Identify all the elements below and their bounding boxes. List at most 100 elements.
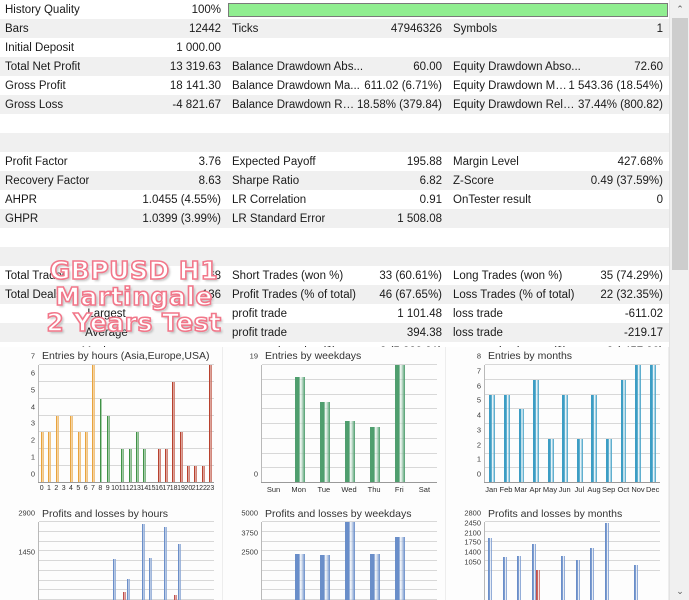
chart-plot-area: 0 1 2 3 4 5 6 7 xyxy=(31,352,214,483)
report-cell: Z-Score 0.49 (37.59%) xyxy=(448,175,669,187)
chart-bar xyxy=(41,432,45,483)
report-cell: loss trade -611.02 xyxy=(448,308,669,320)
x-axis-tick-label: Jun xyxy=(558,485,571,494)
report-cell: Loss Trades (% of total) 22 (32.35%) xyxy=(448,289,669,301)
report-cell-label: Symbols xyxy=(453,22,498,35)
chart-bar xyxy=(536,569,541,600)
report-cell: Sharpe Ratio 6.82 xyxy=(227,175,448,187)
y-axis-tick-label: 1050 xyxy=(464,557,481,567)
chart-bars xyxy=(485,522,660,600)
report-row: AHPR 1.0455 (4.55%) LR Correlation 0.91 OnTe… xyxy=(0,190,669,209)
chart-bar xyxy=(591,394,598,483)
report-cell-value: 1.0455 (4.55%) xyxy=(142,193,221,206)
chart-bars xyxy=(485,365,660,483)
report-cell-label: Bars xyxy=(5,22,29,35)
report-cell-label: LR Correlation xyxy=(232,193,307,206)
y-axis-tick-label: 6 xyxy=(476,381,481,390)
chart-bar xyxy=(208,365,212,483)
report-cell-label: Equity Drawdown Maxi... xyxy=(453,79,569,92)
report-cell-value: 1 543.36 (18.54%) xyxy=(568,79,663,92)
scroll-up-icon[interactable]: ⌃ xyxy=(670,0,689,18)
report-cell-value: 1.0399 (3.99%) xyxy=(142,212,221,225)
report-cell-label: Total Deals xyxy=(5,288,62,301)
report-cell-label: OnTester result xyxy=(453,193,531,206)
chart-bar xyxy=(649,365,656,483)
report-row: Bars 12442 Ticks 47946326 Symbols 1 xyxy=(0,19,669,38)
x-axis-line xyxy=(484,482,660,483)
report-cell-label: Equity Drawdown Abso... xyxy=(453,60,581,73)
chart-bar xyxy=(127,578,131,600)
chart-bar xyxy=(112,558,116,600)
y-axis-tick-label: 2900 xyxy=(18,508,35,518)
chart-bar xyxy=(163,527,167,600)
chart-bar xyxy=(635,365,642,483)
chart-entries-by-months: Entries by months 0 1 2 3 4 5 6 7 8 Jan Feb Mar Apr Ma… xyxy=(446,347,669,505)
x-axis-tick-label: 9 xyxy=(105,485,110,492)
report-cell-value: 0.91 xyxy=(419,193,442,206)
report-cell-label: AHPR xyxy=(5,193,37,206)
chart-bar xyxy=(488,538,493,600)
x-axis-line xyxy=(261,482,437,483)
chart-bar xyxy=(157,449,161,483)
x-axis-tick-label: 0 xyxy=(39,485,44,492)
chart-bar xyxy=(369,553,380,600)
report-cell-label: Z-Score xyxy=(453,174,494,187)
report-cell: Recovery Factor 8.63 xyxy=(0,175,227,187)
scrollbar-thumb[interactable] xyxy=(672,18,688,270)
y-axis-tick-label: 3 xyxy=(476,425,481,435)
report-cell-label: Largest xyxy=(87,307,126,320)
report-cell-value: 33 (60.61%) xyxy=(379,269,442,282)
chart-bar xyxy=(319,555,330,600)
report-cell-value: 22 (32.35%) xyxy=(600,288,663,301)
report-row xyxy=(0,114,669,133)
report-cell-label: Loss Trades (% of total) xyxy=(453,288,575,301)
report-cell-label: Gross Profit xyxy=(5,79,66,92)
vertical-scrollbar[interactable]: ⌃ ⌄ xyxy=(669,0,689,600)
report-cell-value: 100% xyxy=(191,3,221,16)
report-row: Total Deals 136 Profit Trades (% of total)… xyxy=(0,285,669,304)
chart-bar xyxy=(165,449,169,483)
chart-bar xyxy=(70,415,74,483)
scrollbar-track[interactable] xyxy=(672,270,688,582)
y-axis-tick-label: 7 xyxy=(476,366,481,376)
chart-bar xyxy=(575,559,580,600)
y-axis-tick-label: 0 xyxy=(253,469,258,479)
chart-bar xyxy=(179,432,183,483)
chart-bar xyxy=(121,449,125,483)
report-row: History Quality 100% xyxy=(0,0,669,19)
report-cell-value: -611.02 xyxy=(624,307,663,320)
report-cell: Profit Trades (% of total) 46 (67.65%) xyxy=(227,289,448,301)
report-cell-value: 46 (67.65%) xyxy=(379,288,442,301)
chart-bar xyxy=(604,523,609,600)
x-axis-tick-label: 5 xyxy=(76,485,81,492)
report-row: Largest profit trade 1 101.48 loss trade -61… xyxy=(0,304,669,323)
chart-entries-by-hours: Entries by hours (Asia,Europe,USA) 0 1 2 3 4 5… xyxy=(0,347,223,505)
x-axis-labels: Jan Feb Mar Apr May Jun Jul Aug Sep Oct Nov Dec xyxy=(484,485,660,497)
report-cell: Long Trades (won %) 35 (74.29%) xyxy=(448,270,669,282)
x-axis-tick-label: Apr xyxy=(529,485,542,494)
chart-profits-losses-by-weekdays: Profits and losses by weekdays 2500 3750 50… xyxy=(223,505,446,600)
chart-plot-area: 2500 3750 5000 xyxy=(241,509,437,600)
chart-bar xyxy=(172,381,176,483)
chart-bar xyxy=(394,536,405,600)
scroll-down-icon[interactable]: ⌄ xyxy=(670,582,689,600)
report-cell: Profit Factor 3.76 xyxy=(0,156,227,168)
chart-title: Entries by months xyxy=(488,350,573,362)
report-cell-label: Total Net Profit xyxy=(5,60,81,73)
chart-title: Entries by hours (Asia,Europe,USA) xyxy=(42,350,210,362)
y-axis-tick-label: 1 xyxy=(476,454,481,464)
report-row: Recovery Factor 8.63 Sharpe Ratio 6.82 Z-Sco… xyxy=(0,171,669,190)
x-axis-tick-label: Jul xyxy=(574,485,585,494)
x-axis-tick-label: Wed xyxy=(341,485,357,494)
chart-bar xyxy=(77,432,81,483)
y-axis-tick-label: 6 xyxy=(30,368,35,378)
report-cell-value: 35 (74.29%) xyxy=(600,269,663,282)
report-cell-label: Profit Factor xyxy=(5,155,68,168)
x-axis-tick-label: 6 xyxy=(83,485,88,492)
report-cell-value: 8.63 xyxy=(198,174,221,187)
y-axis-tick-label: 0 xyxy=(476,469,481,479)
report-cell: Equity Drawdown Abso... 72.60 xyxy=(448,61,669,73)
report-cell: AHPR 1.0455 (4.55%) xyxy=(0,194,227,206)
chart-plot-area: 0 19 xyxy=(250,352,437,483)
x-axis-tick-label: Sep xyxy=(601,485,616,494)
